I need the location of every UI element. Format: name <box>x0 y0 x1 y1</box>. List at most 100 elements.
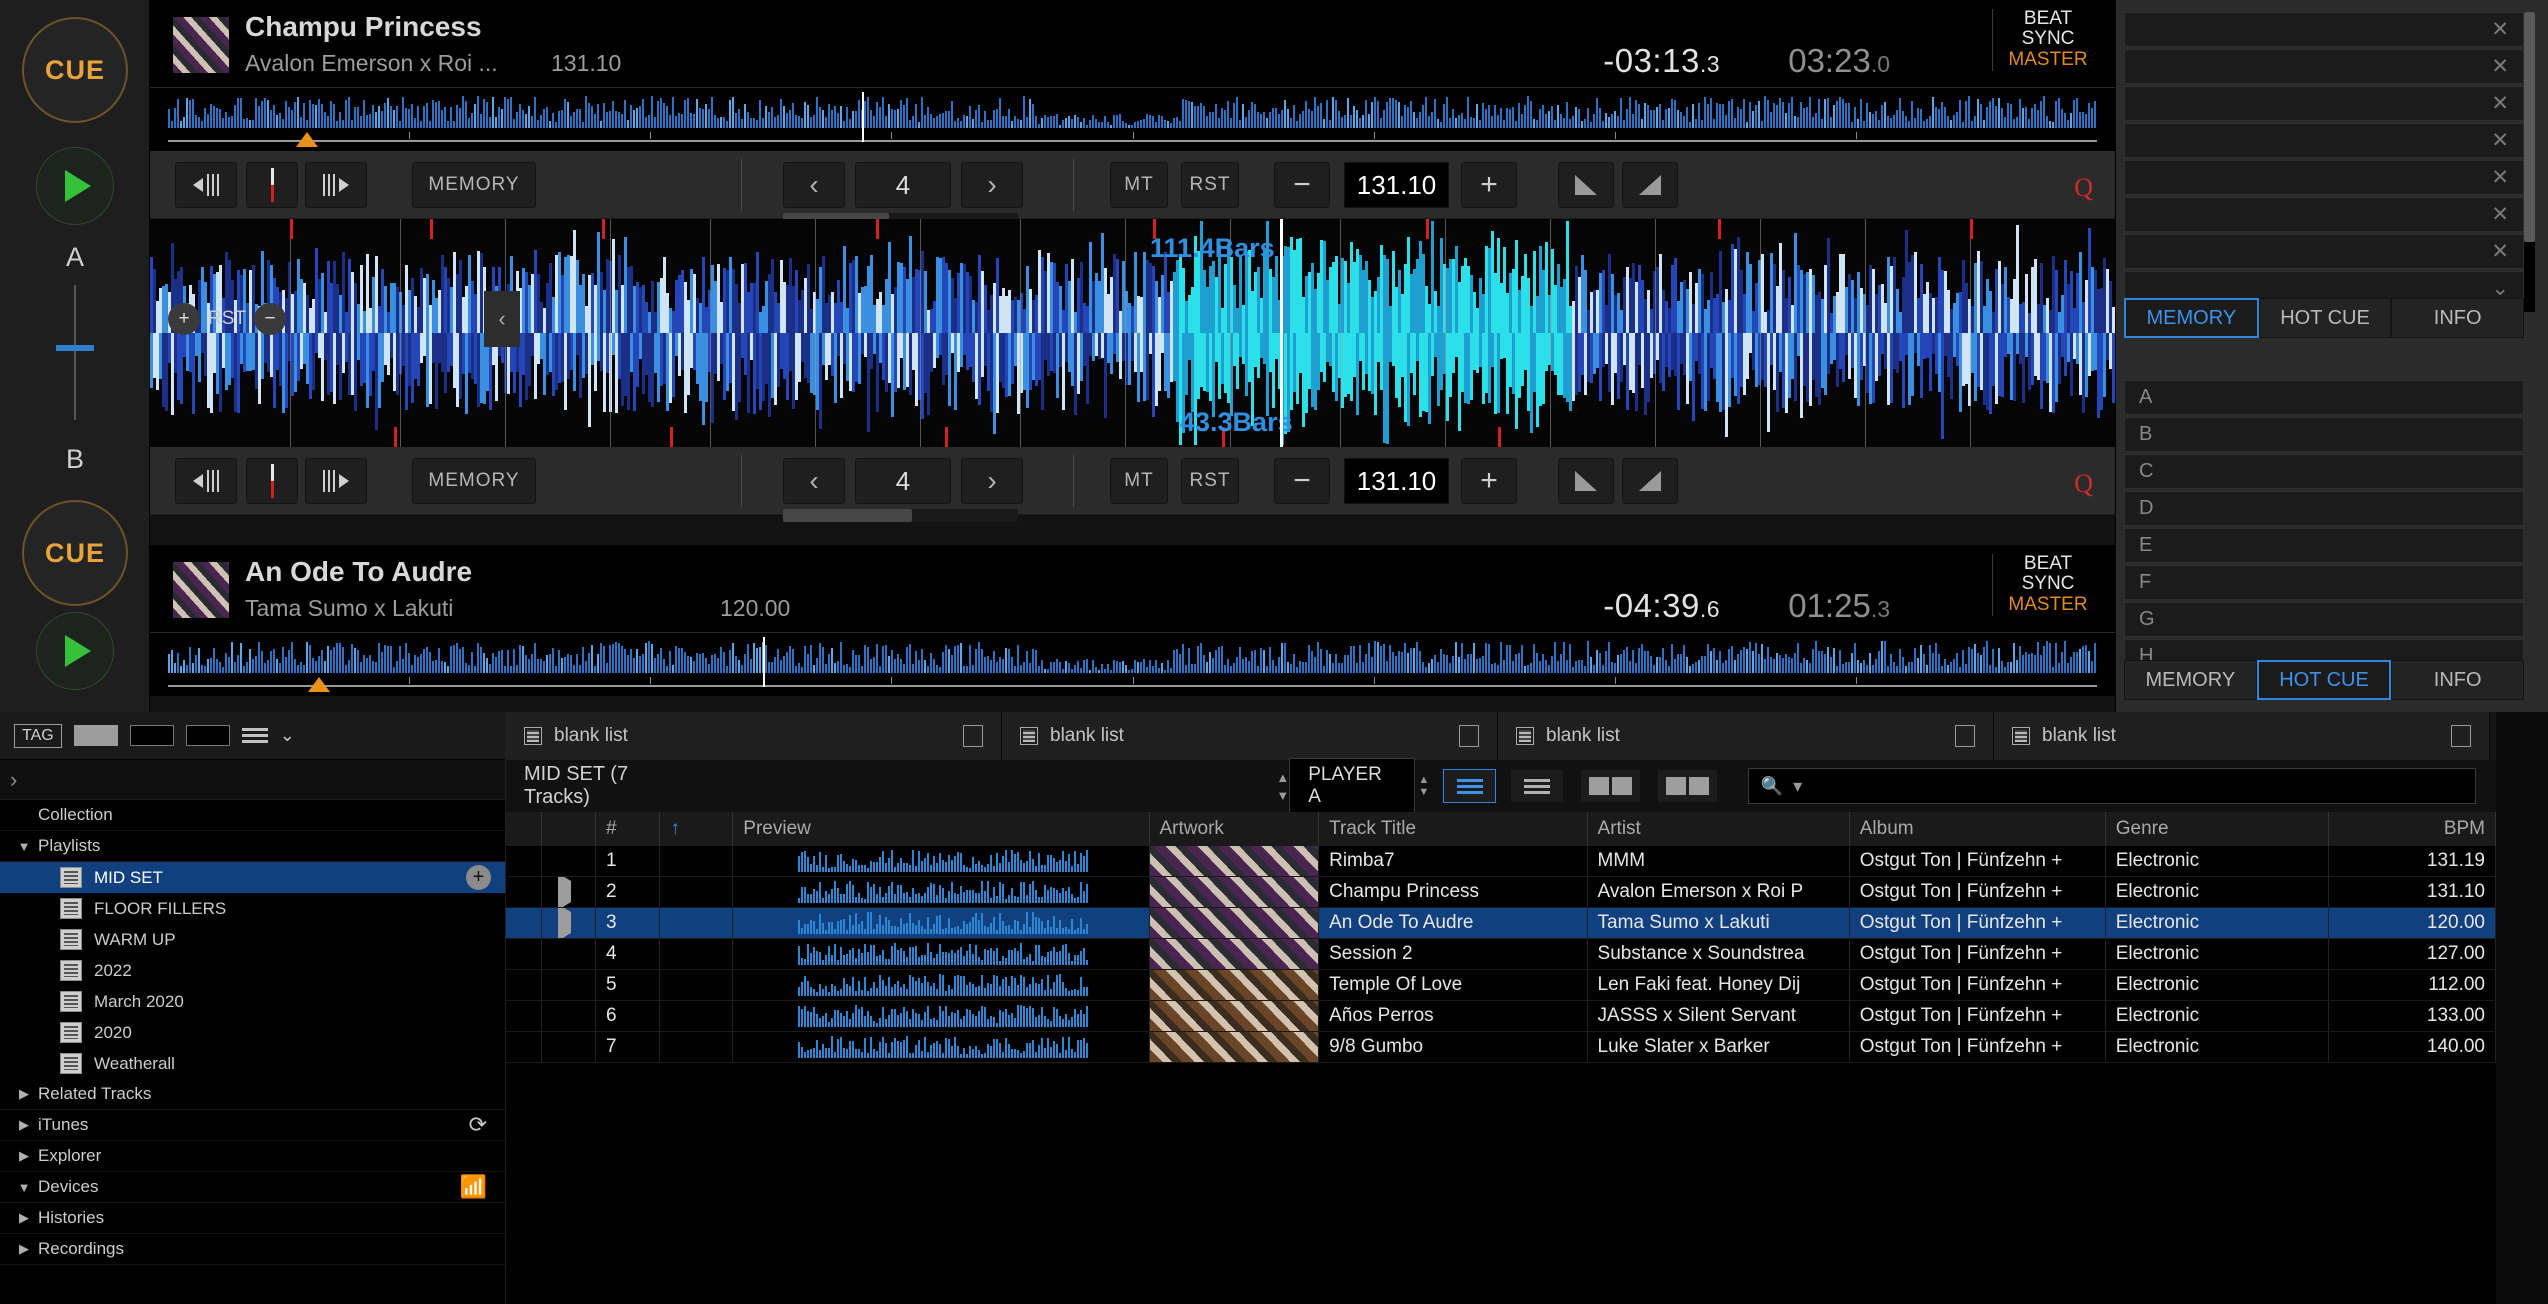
table-row[interactable]: 3 An Ode To Audre Tama Sumo x Lakuti Ostgut… <box>506 907 2496 939</box>
loop-in-button-b[interactable] <box>175 458 237 504</box>
sidebar-item-recordings[interactable]: ▶ Recordings <box>0 1234 505 1265</box>
row-preview[interactable] <box>732 907 1150 939</box>
row-play-indicator[interactable] <box>541 846 596 877</box>
table-row[interactable]: 7 9/8 Gumbo Luke Slater x Barker Ostgut Ton… <box>506 1031 2496 1063</box>
play-button-deck-a[interactable] <box>36 147 114 225</box>
deck-b-overview-waveform[interactable] <box>150 633 2115 696</box>
search-dropdown-icon[interactable]: ▾ <box>1793 776 1802 797</box>
play-button-deck-b[interactable] <box>36 612 114 690</box>
deck-a-overview-waveform[interactable] <box>150 88 2115 151</box>
beat-increase-b[interactable]: › <box>961 458 1023 504</box>
memory-cue-row[interactable]: ✕ <box>2124 197 2524 232</box>
list-tab-4[interactable]: blank list <box>1994 712 2490 760</box>
view-thumbnail-button[interactable] <box>1579 769 1641 803</box>
beat-slider-b[interactable] <box>783 509 1018 522</box>
hot-cue-row-c[interactable]: C <box>2124 454 2524 489</box>
rst-button-b[interactable]: RST <box>1181 458 1239 504</box>
row-play-indicator[interactable] <box>541 1031 596 1063</box>
bpm-minus-b[interactable]: − <box>1274 458 1330 504</box>
beat-increase-a[interactable]: › <box>961 162 1023 208</box>
zoom-out-icon[interactable]: − <box>254 303 286 335</box>
row-play-indicator[interactable] <box>541 969 596 1001</box>
cue-tab-hot-cue[interactable]: HOT CUE <box>2258 298 2392 338</box>
sidebar-item-floor-fillers[interactable]: FLOOR FILLERS <box>0 893 505 924</box>
player-stepper[interactable]: ▲ ▼ <box>1418 774 1429 798</box>
waveform-collapse-handle[interactable]: ‹ <box>484 291 520 347</box>
column-header-artist[interactable]: Artist <box>1587 812 1850 846</box>
add-playlist-icon[interactable]: + <box>466 865 491 890</box>
close-icon[interactable]: ✕ <box>2491 54 2509 79</box>
hot-cue-row-f[interactable]: F <box>2124 565 2524 600</box>
bpm-field-b[interactable]: 131.10 <box>1344 458 1449 504</box>
row-preview[interactable] <box>732 969 1150 1001</box>
chevron-down-icon[interactable]: ⌄ <box>280 725 295 746</box>
beat-decrease-a[interactable]: ‹ <box>783 162 845 208</box>
chevron-right-icon[interactable]: ▶ <box>10 1086 38 1102</box>
view-detail-button[interactable] <box>1510 769 1564 803</box>
sort-stepper[interactable]: ▲ ▼ <box>1276 770 1289 803</box>
table-row[interactable]: 2 Champu Princess Avalon Emerson x Roi P Os… <box>506 876 2496 908</box>
row-preview[interactable] <box>732 1031 1150 1063</box>
panel-toggle-icon[interactable] <box>1955 725 1975 747</box>
list-tab-3[interactable]: blank list <box>1498 712 1994 760</box>
memory-cue-row[interactable]: ✕ <box>2124 160 2524 195</box>
color-swatch-black-2[interactable] <box>185 725 230 746</box>
sidebar-item-weatherall[interactable]: Weatherall <box>0 1048 505 1079</box>
sidebar-item-playlists[interactable]: ▼ Playlists <box>0 831 505 862</box>
cue-tab-memory[interactable]: MEMORY <box>2124 298 2259 338</box>
column-header-album[interactable]: Album <box>1849 812 2106 846</box>
table-row[interactable]: 5 Temple Of Love Len Faki feat. Honey Dij O… <box>506 969 2496 1001</box>
view-list-button[interactable] <box>1443 769 1497 803</box>
cue-tab-info[interactable]: INFO <box>2391 660 2525 700</box>
deck-a-beat-sync[interactable]: BEAT SYNC MASTER <box>1992 9 2097 71</box>
beat-value-b[interactable]: 4 <box>855 458 951 504</box>
loop-in-button-a[interactable] <box>175 162 237 208</box>
mt-button-a[interactable]: MT <box>1110 162 1168 208</box>
list-tab-1[interactable]: blank list <box>506 712 1002 760</box>
quantize-button-a[interactable]: Q <box>2074 173 2093 203</box>
deck-b-beat-sync[interactable]: BEAT SYNC MASTER <box>1992 554 2097 616</box>
color-swatch-grey[interactable] <box>73 725 118 746</box>
sidebar-item-march-2020[interactable]: March 2020 <box>0 986 505 1017</box>
column-header-bpm[interactable]: BPM <box>2328 812 2496 846</box>
tempo-ramp-up-b[interactable] <box>1558 458 1614 504</box>
view-grid-button[interactable] <box>1656 769 1718 803</box>
memory-cue-row[interactable]: ✕ <box>2124 12 2524 47</box>
cue-tab-memory[interactable]: MEMORY <box>2124 660 2257 700</box>
search-input[interactable]: 🔍 ▾ <box>1747 768 2476 804</box>
bpm-minus-a[interactable]: − <box>1274 162 1330 208</box>
hot-cue-row-e[interactable]: E <box>2124 528 2524 563</box>
table-row[interactable]: 4 Session 2 Substance x Soundstrea Ostgut T… <box>506 938 2496 970</box>
memory-button-b[interactable]: MEMORY <box>412 458 536 504</box>
bpm-field-a[interactable]: 131.10 <box>1344 162 1449 208</box>
tempo-ramp-down-b[interactable] <box>1622 458 1678 504</box>
color-swatch-black-1[interactable] <box>129 725 174 746</box>
chevron-right-icon[interactable]: ▶ <box>10 1241 38 1257</box>
close-icon[interactable]: ✕ <box>2491 17 2509 42</box>
memory-cue-row[interactable]: ✕ <box>2124 234 2524 269</box>
chevron-right-icon[interactable]: ▶ <box>10 1210 38 1226</box>
table-row[interactable]: 6 Años Perros JASSS x Silent Servant Ostgut… <box>506 1000 2496 1032</box>
tree-search-row[interactable]: › <box>0 760 505 800</box>
cue-button-deck-b[interactable]: CUE <box>22 500 128 606</box>
column-header-blank-1[interactable] <box>541 812 596 846</box>
chevron-right-icon[interactable]: › <box>10 767 17 793</box>
crossfader-track[interactable] <box>74 285 76 420</box>
beat-decrease-b[interactable]: ‹ <box>783 458 845 504</box>
panel-toggle-icon[interactable] <box>2451 725 2471 747</box>
loop-out-button-b[interactable] <box>305 458 367 504</box>
hot-cue-row-d[interactable]: D <box>2124 491 2524 526</box>
row-play-indicator[interactable] <box>541 938 596 970</box>
memory-button-a[interactable]: MEMORY <box>412 162 536 208</box>
sidebar-item-2022[interactable]: 2022 <box>0 955 505 986</box>
chevron-right-icon[interactable]: ▶ <box>10 1117 38 1133</box>
zoom-in-icon[interactable]: + <box>168 303 200 335</box>
column-header-track-title[interactable]: Track Title <box>1318 812 1588 846</box>
row-preview[interactable] <box>732 876 1150 908</box>
loop-out-button-a[interactable] <box>305 162 367 208</box>
sidebar-item-devices[interactable]: ▼ Devices 📶 <box>0 1172 505 1203</box>
rst-button-a[interactable]: RST <box>1181 162 1239 208</box>
sidebar-item-explorer[interactable]: ▶ Explorer <box>0 1141 505 1172</box>
chevron-right-icon[interactable]: ▶ <box>10 1148 38 1164</box>
refresh-icon[interactable]: ⟳ <box>469 1112 487 1138</box>
